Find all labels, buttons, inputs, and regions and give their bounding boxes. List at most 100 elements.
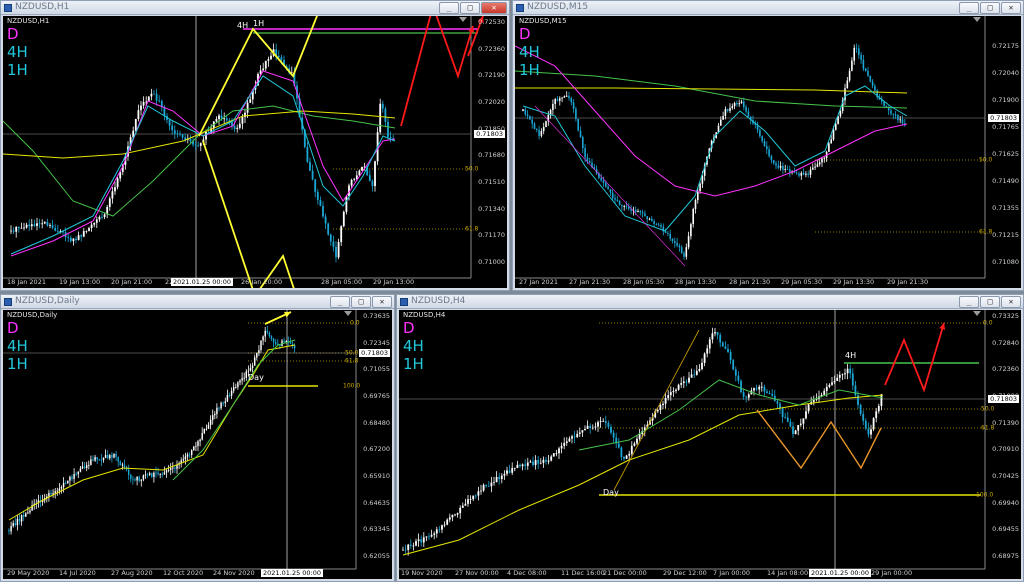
- maximize-button[interactable]: □: [980, 296, 1000, 308]
- candlestick: [281, 338, 283, 347]
- candlestick: [903, 118, 906, 127]
- candlestick: [620, 446, 623, 461]
- candlestick: [818, 390, 820, 403]
- candlestick: [88, 460, 90, 470]
- time-tick-label: 21 Dec 00:00: [603, 569, 647, 577]
- candlestick: [844, 83, 846, 106]
- price-chart-h4[interactable]: NZDUSD,H4 D 4H 1H 0.73325 0.72840 0.72360 0…: [399, 310, 1021, 579]
- chart-window-h1[interactable]: NZDUSD,H1 _ □ ✕ NZDUSD,H1 D 4H 1H 0.7253…: [0, 0, 510, 291]
- minimize-button[interactable]: _: [439, 2, 459, 14]
- candlestick: [688, 371, 690, 384]
- candlestick: [73, 468, 75, 484]
- candlestick: [662, 400, 664, 410]
- time-axis[interactable]: 19 Nov 2020 27 Nov 00:00 4 Dec 08:00 11 Dec…: [399, 567, 983, 579]
- candlestick: [211, 409, 214, 425]
- candlestick: [140, 101, 142, 116]
- candlestick: [823, 156, 826, 163]
- candlestick: [93, 222, 96, 228]
- candlestick: [534, 455, 537, 470]
- candlestick: [428, 533, 430, 541]
- candlestick: [167, 465, 170, 473]
- candlestick: [724, 106, 727, 120]
- candlestick: [851, 57, 853, 72]
- candlestick: [199, 438, 201, 447]
- window-titlebar[interactable]: NZDUSD,H4 _ □ ✕: [397, 295, 1023, 309]
- price-chart-m15[interactable]: NZDUSD,M15 D 4H 1H 0.72175 0.72040 0.71900…: [515, 16, 1021, 288]
- chart-window-daily[interactable]: NZDUSD,Daily _ □ ✕ NZDUSD,Daily D 4H 1H …: [0, 294, 395, 582]
- candlestick: [102, 457, 105, 463]
- price-chart-daily[interactable]: NZDUSD,Daily D 4H 1H 0.73635 0.72345 0.710…: [3, 310, 392, 579]
- candlestick: [721, 341, 724, 347]
- candlestick: [876, 88, 879, 100]
- candlestick: [851, 368, 854, 391]
- close-button[interactable]: ✕: [481, 2, 507, 14]
- price-tick-label: 0.71000: [478, 258, 505, 266]
- candlestick: [214, 411, 216, 420]
- candlestick: [874, 83, 876, 93]
- candlestick: [648, 217, 651, 221]
- candlestick: [828, 383, 831, 389]
- window-titlebar[interactable]: NZDUSD,H1 _ □ ✕: [1, 1, 509, 15]
- moving-average-line: [578, 379, 884, 451]
- projection-arrow-red: [884, 322, 946, 393]
- time-axis[interactable]: 18 Jan 2021 19 Jan 13:00 20 Jan 21:00 22 202…: [3, 276, 469, 288]
- maximize-button[interactable]: □: [460, 2, 480, 14]
- chart-annotation-text: Day: [248, 373, 264, 382]
- candlestick: [381, 100, 384, 113]
- candlestick: [249, 96, 252, 103]
- candlestick: [37, 494, 40, 508]
- candlestick: [173, 125, 176, 139]
- candlestick: [441, 524, 443, 534]
- chart-window-m15[interactable]: NZDUSD,M15 _ □ ✕ NZDUSD,M15 D 4H 1H 0.72…: [512, 0, 1024, 291]
- candlestick: [615, 432, 618, 449]
- price-tick-label: 0.71170: [478, 231, 505, 240]
- candlestick: [472, 495, 475, 502]
- time-tick-label: 2021.01.25 00:00: [171, 278, 234, 286]
- moving-average-line: [515, 45, 908, 197]
- candlestick: [20, 514, 23, 526]
- candlestick: [119, 460, 122, 466]
- price-axis[interactable]: 0.733250.728400.723600.718800.713900.709…: [983, 310, 1021, 567]
- candlestick: [28, 219, 31, 232]
- minimize-button[interactable]: _: [959, 2, 979, 14]
- time-axis[interactable]: 27 Jan 2021 27 Jan 21:30 28 Jan 05:30 28 Ja…: [515, 276, 983, 288]
- price-axis[interactable]: 0.72175 0.72040 0.71900 0.71765 0.71625 0.714…: [983, 16, 1021, 276]
- candlestick: [641, 209, 644, 218]
- price-tick-label: 0.71340: [478, 204, 505, 213]
- window-titlebar[interactable]: NZDUSD,Daily _ □ ✕: [1, 295, 394, 309]
- fibonacci-level-label: 100.0: [976, 491, 994, 499]
- candlestick: [675, 388, 677, 394]
- close-button[interactable]: ✕: [1001, 2, 1021, 14]
- candlestick: [113, 453, 115, 459]
- candlestick: [685, 243, 688, 260]
- window-titlebar[interactable]: NZDUSD,M15 _ □ ✕: [513, 1, 1023, 15]
- time-tick-label: 11 Dec 16:00: [561, 569, 605, 577]
- close-button[interactable]: ✕: [372, 296, 392, 308]
- maximize-button[interactable]: □: [980, 2, 1000, 14]
- candlestick: [673, 237, 676, 248]
- maximize-button[interactable]: □: [351, 296, 371, 308]
- candlestick: [545, 120, 547, 128]
- chart-window-h4[interactable]: NZDUSD,H4 _ □ ✕ NZDUSD,H4 D 4H 1H 0.7332…: [396, 294, 1024, 582]
- candlestick: [327, 222, 330, 236]
- time-axis[interactable]: 29 May 2020 14 Jul 2020 27 Aug 2020 12 Oct …: [3, 567, 354, 579]
- current-price-label: 0.71803: [988, 395, 1019, 403]
- candlestick: [415, 538, 417, 547]
- candlestick: [552, 453, 555, 457]
- candlestick: [805, 405, 807, 420]
- price-axis[interactable]: 0.72530 0.72360 0.72190 0.72020 0.71850 0.716…: [469, 16, 507, 276]
- candlestick: [153, 90, 155, 95]
- price-axis[interactable]: 0.73635 0.72345 0.71055 0.69765 0.68480 0.672…: [354, 310, 392, 567]
- price-tick-label: 0.73325: [992, 312, 1019, 320]
- candlestick: [577, 118, 580, 132]
- price-tick-label: 0.72530: [478, 18, 505, 26]
- candlestick: [138, 475, 140, 483]
- candlestick: [51, 219, 54, 230]
- close-button[interactable]: ✕: [1001, 296, 1021, 308]
- price-tick-label: 0.72360: [478, 44, 505, 53]
- minimize-button[interactable]: _: [959, 296, 979, 308]
- candlestick: [660, 222, 662, 229]
- price-chart-h1[interactable]: NZDUSD,H1 D 4H 1H 0.72530 0.72360 0.72190 0…: [3, 16, 507, 288]
- candlestick: [540, 128, 543, 138]
- minimize-button[interactable]: _: [330, 296, 350, 308]
